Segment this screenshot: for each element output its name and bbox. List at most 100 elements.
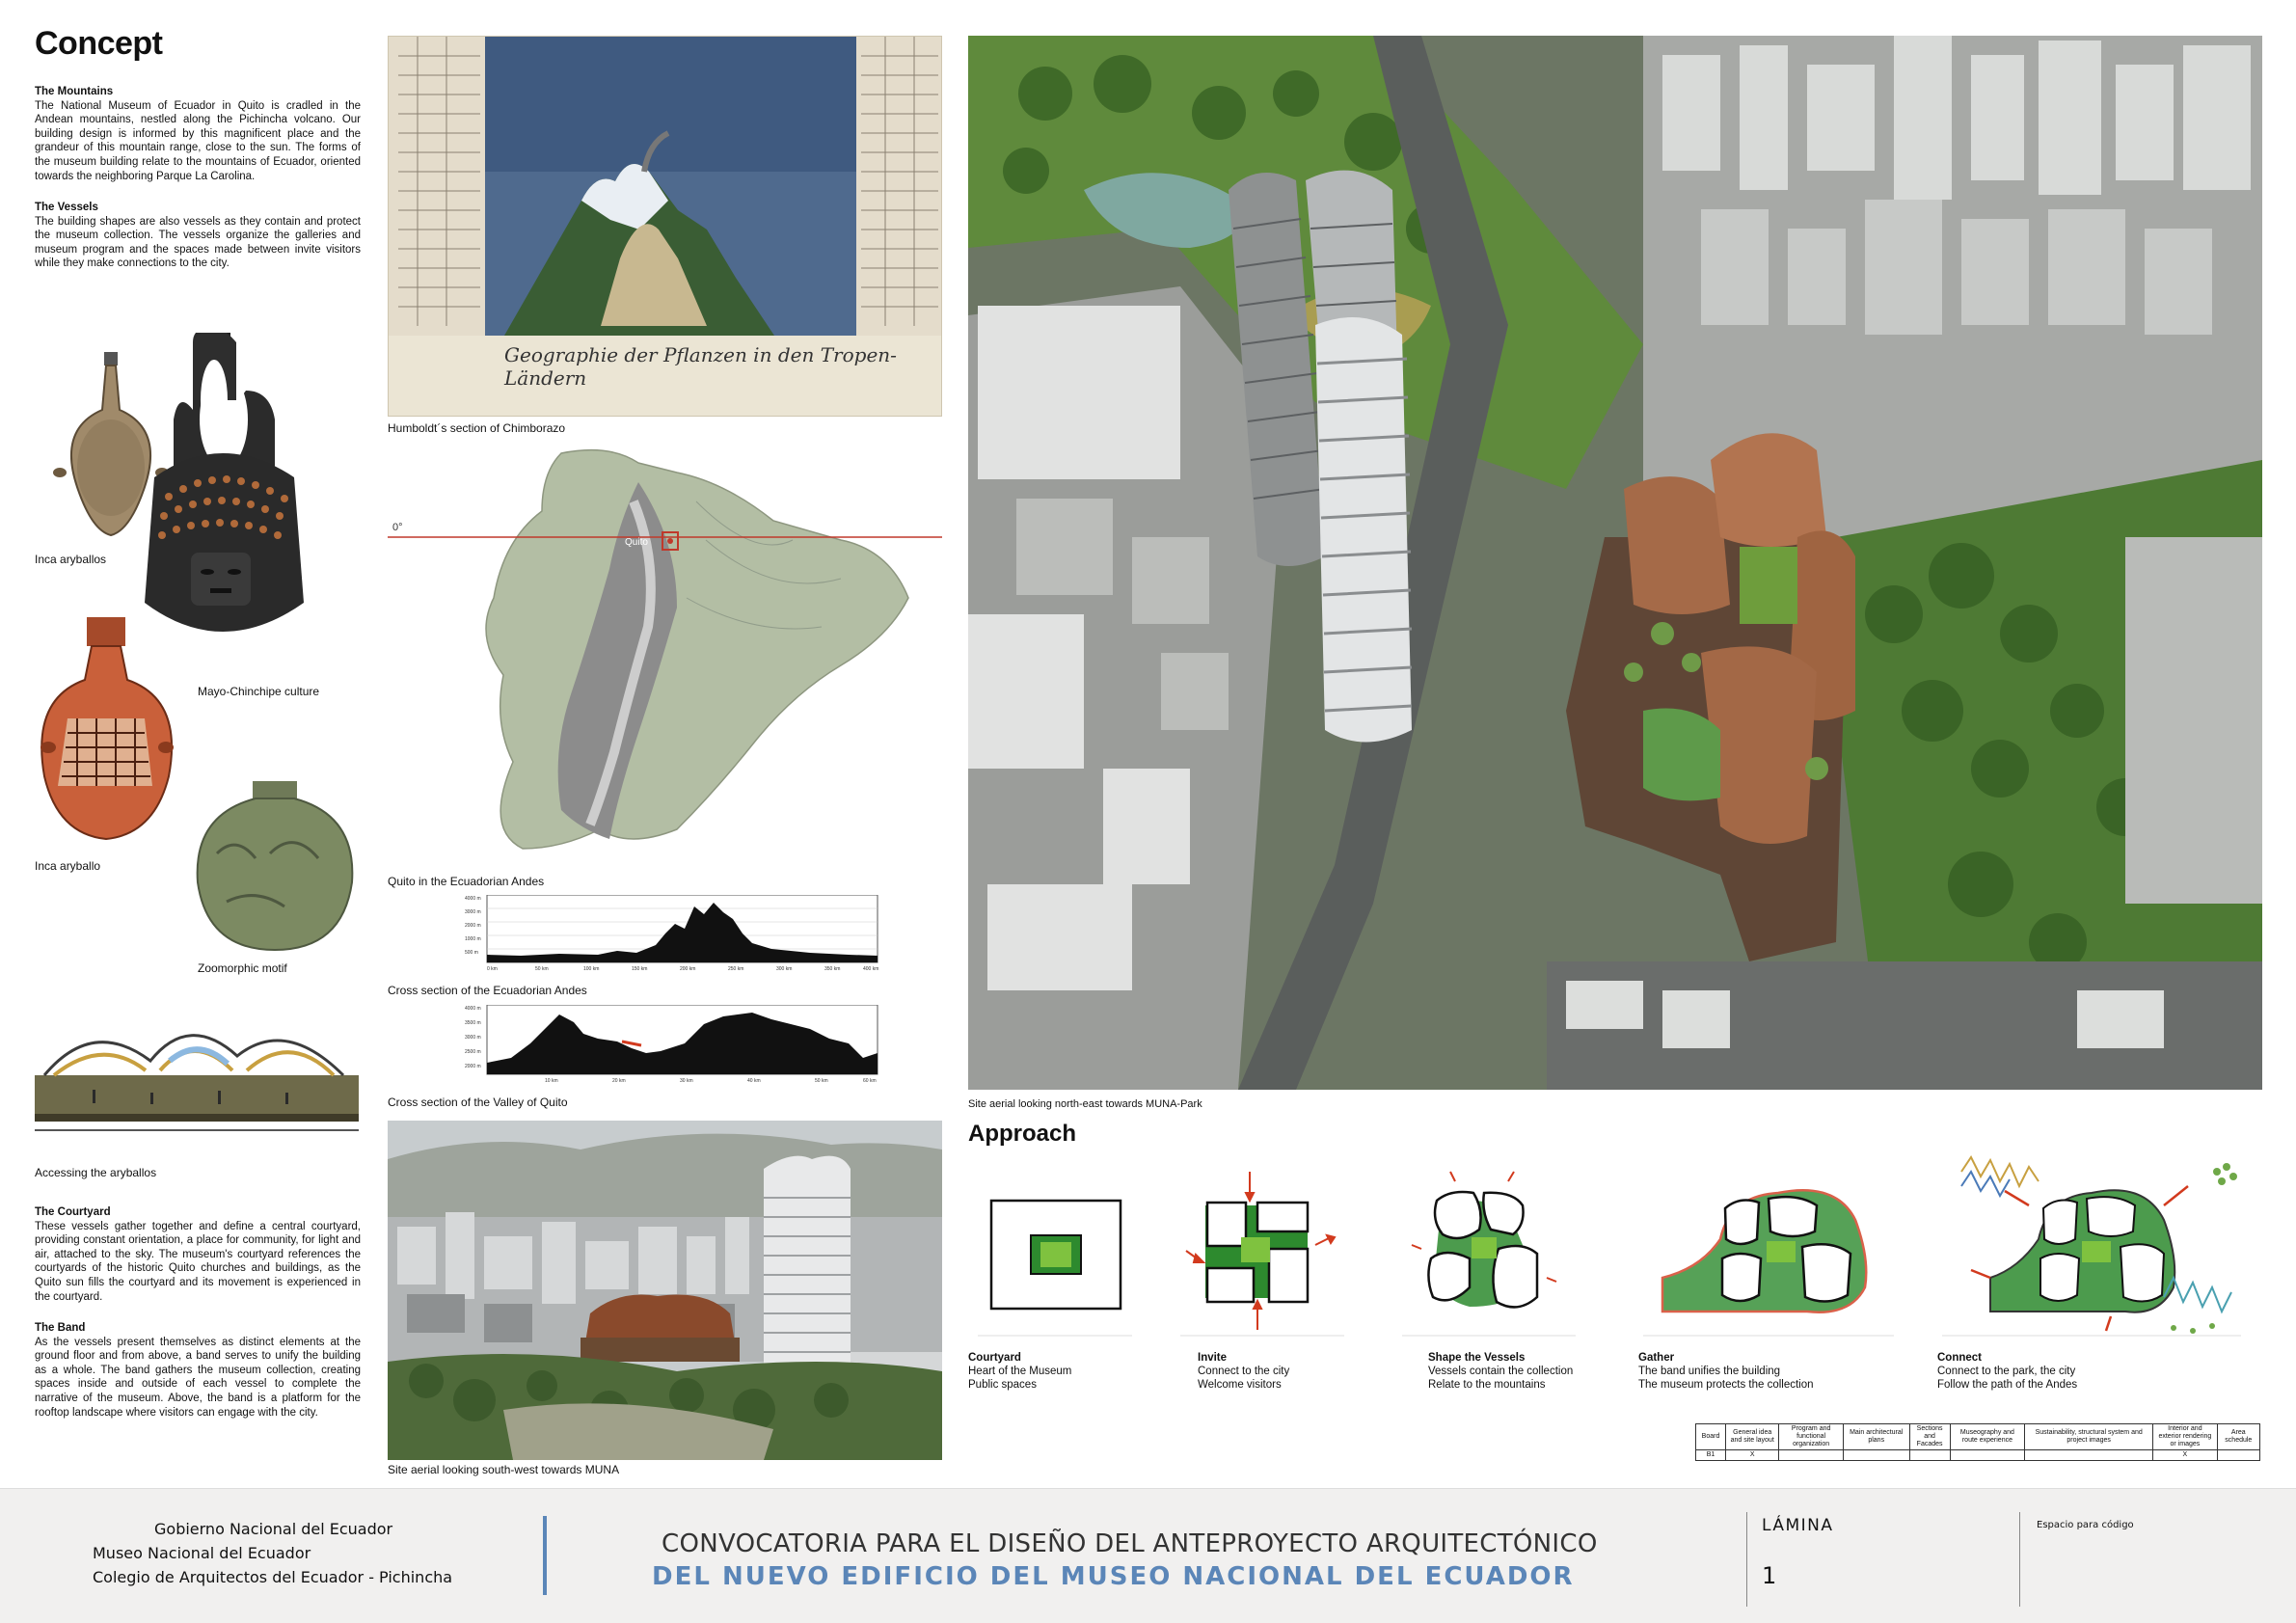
schedule-header-cell: Program and functional organization bbox=[1778, 1423, 1844, 1450]
mountains-text-block: The Mountains The National Museum of Ecu… bbox=[35, 85, 361, 183]
svg-text:2000 m: 2000 m bbox=[465, 1064, 481, 1069]
accessing-sketch bbox=[35, 1034, 359, 1131]
approach-vessels-line2: Relate to the mountains bbox=[1428, 1379, 1546, 1391]
schedule-cell bbox=[2024, 1449, 2154, 1461]
humboldt-image: Geographie der Pflanzen in den Tropen-Lä… bbox=[388, 36, 942, 417]
schedule-cell bbox=[2216, 1449, 2261, 1461]
caption-aerial-ne: Site aerial looking north-east towards M… bbox=[968, 1098, 1202, 1110]
svg-text:500 m: 500 m bbox=[465, 950, 478, 956]
schedule-header-row: Board General idea and site layout Progr… bbox=[1694, 1423, 2261, 1450]
footer-lamina-number: 1 bbox=[1762, 1562, 1777, 1589]
footer-separator-left bbox=[1746, 1512, 1747, 1607]
courtyard-heading: The Courtyard bbox=[35, 1206, 111, 1218]
approach-invite-line1: Connect to the city bbox=[1198, 1366, 1290, 1377]
vessels-text-block: The Vessels The building shapes are also… bbox=[35, 201, 361, 271]
schedule-header-cell: Area schedule bbox=[2216, 1423, 2261, 1450]
svg-text:350 km: 350 km bbox=[824, 966, 840, 972]
footer-org-government: Gobierno Nacional del Ecuador bbox=[154, 1520, 393, 1538]
approach-courtyard-title: Courtyard bbox=[968, 1352, 1021, 1364]
svg-text:2000 m: 2000 m bbox=[465, 923, 481, 929]
schedule-header-cell: Sustainability, structural system and pr… bbox=[2024, 1423, 2154, 1450]
approach-invite-line2: Welcome visitors bbox=[1198, 1379, 1282, 1391]
approach-diagram-gather bbox=[1661, 1189, 1868, 1313]
caption-cross-valley: Cross section of the Valley of Quito bbox=[388, 1096, 568, 1109]
schedule-header-cell: Museography and route experience bbox=[1949, 1423, 2026, 1450]
approach-vessels-line1: Vessels contain the collection bbox=[1428, 1366, 1574, 1377]
cross-section-valley-chart: 4000 m 3500 m 3000 m 2500 m 2000 m 10 km 20 k… bbox=[465, 1005, 878, 1084]
svg-text:200 km: 200 km bbox=[680, 966, 695, 972]
approach-gather-line1: The band unifies the building bbox=[1638, 1366, 1781, 1377]
approach-gather-title: Gather bbox=[1638, 1352, 1675, 1364]
approach-title: Approach bbox=[968, 1121, 1077, 1147]
approach-caption-connect: Connect Connect to the park, the city Fo… bbox=[1937, 1351, 2077, 1392]
caption-quito-andes: Quito in the Ecuadorian Andes bbox=[388, 875, 545, 888]
schedule-header-cell: General idea and site layout bbox=[1725, 1423, 1780, 1450]
footer-title-line2: DEL NUEVO EDIFICIO DEL MUSEO NACIONAL DE… bbox=[652, 1562, 1575, 1591]
footer-code-label: Espacio para código bbox=[2037, 1520, 2134, 1530]
vessels-heading: The Vessels bbox=[35, 202, 98, 213]
caption-inca-aryballos: Inca aryballos bbox=[35, 553, 107, 566]
svg-text:2500 m: 2500 m bbox=[465, 1049, 481, 1055]
band-text: As the vessels present themselves as dis… bbox=[35, 1336, 361, 1419]
footer-divider bbox=[543, 1516, 547, 1595]
cross-section-andes-chart: 4000 m 3000 m 2000 m 1000 m 500 m 0 km 50 km 1… bbox=[465, 895, 878, 972]
caption-cross-andes: Cross section of the Ecuadorian Andes bbox=[388, 984, 587, 997]
schedule-cell bbox=[1908, 1449, 1951, 1461]
svg-text:60 km: 60 km bbox=[863, 1078, 877, 1084]
approach-diagrams bbox=[978, 1155, 2241, 1337]
approach-courtyard-line2: Public spaces bbox=[968, 1379, 1037, 1391]
caption-humboldt: Humboldt´s section of Chimborazo bbox=[388, 421, 566, 435]
schedule-header-cell: Interior and exterior rendering or image… bbox=[2152, 1423, 2218, 1450]
approach-vessels-title: Shape the Vessels bbox=[1428, 1352, 1526, 1364]
approach-connect-title: Connect bbox=[1937, 1352, 1982, 1364]
svg-text:30 km: 30 km bbox=[680, 1078, 693, 1084]
approach-invite-title: Invite bbox=[1198, 1352, 1228, 1364]
approach-connect-line1: Connect to the park, the city bbox=[1937, 1366, 2076, 1377]
schedule-cell bbox=[1842, 1449, 1910, 1461]
equator-label: 0° bbox=[392, 522, 403, 533]
svg-text:400 km: 400 km bbox=[863, 966, 878, 972]
approach-diagram-connect bbox=[1960, 1155, 2237, 1334]
svg-text:3500 m: 3500 m bbox=[465, 1020, 481, 1026]
svg-text:50 km: 50 km bbox=[535, 966, 549, 972]
caption-aerial-sw: Site aerial looking south-west towards M… bbox=[388, 1463, 620, 1476]
caption-accessing: Accessing the aryballos bbox=[35, 1166, 157, 1179]
caption-zoomorphic: Zoomorphic motif bbox=[198, 961, 287, 975]
approach-gather-line2: The museum protects the collection bbox=[1638, 1379, 1814, 1391]
footer-org-architects: Colegio de Arquitectos del Ecuador - Pic… bbox=[93, 1568, 453, 1586]
humboldt-script: Geographie der Pflanzen in den Tropen-Lä… bbox=[504, 343, 897, 390]
svg-text:0 km: 0 km bbox=[487, 966, 498, 972]
ecuador-map: 0° Quito bbox=[388, 448, 942, 850]
mountains-heading: The Mountains bbox=[35, 86, 114, 97]
footer: Gobierno Nacional del Ecuador Museo Naci… bbox=[0, 1488, 2296, 1623]
courtyard-text-block: The Courtyard These vessels gather toget… bbox=[35, 1205, 361, 1304]
quito-label: Quito bbox=[625, 537, 648, 548]
concept-title: Concept bbox=[35, 25, 163, 62]
vessel-images bbox=[41, 333, 354, 952]
schedule-row: B1 X X bbox=[1694, 1449, 2261, 1461]
svg-text:300 km: 300 km bbox=[776, 966, 792, 972]
schedule-cell: B1 bbox=[1694, 1449, 1727, 1461]
schedule-header-cell: Main architectural plans bbox=[1842, 1423, 1910, 1450]
svg-text:1000 m: 1000 m bbox=[465, 936, 481, 942]
vessels-text: The building shapes are also vessels as … bbox=[35, 215, 361, 270]
footer-org-museum: Museo Nacional del Ecuador bbox=[93, 1544, 311, 1562]
svg-text:100 km: 100 km bbox=[583, 966, 599, 972]
mayo-chinchipe-image bbox=[145, 333, 304, 632]
footer-title-line1: CONVOCATORIA PARA EL DISEÑO DEL ANTEPROY… bbox=[662, 1529, 1598, 1558]
schedule-header-cell: Sections and Facades bbox=[1908, 1423, 1951, 1450]
svg-text:50 km: 50 km bbox=[815, 1078, 828, 1084]
aerial-southwest-image bbox=[388, 1121, 942, 1460]
approach-courtyard-line1: Heart of the Museum bbox=[968, 1366, 1072, 1377]
schedule-cell: X bbox=[1725, 1449, 1780, 1461]
footer-lamina-label: LÁMINA bbox=[1762, 1516, 1834, 1535]
svg-text:4000 m: 4000 m bbox=[465, 896, 481, 902]
svg-text:3000 m: 3000 m bbox=[465, 1035, 481, 1041]
approach-diagram-invite bbox=[1185, 1172, 1337, 1330]
approach-connect-line2: Follow the path of the Andes bbox=[1937, 1379, 2078, 1391]
approach-diagram-vessels bbox=[1411, 1171, 1557, 1309]
svg-text:10 km: 10 km bbox=[545, 1078, 558, 1084]
footer-separator-right bbox=[2019, 1512, 2020, 1607]
svg-text:40 km: 40 km bbox=[747, 1078, 761, 1084]
schedule-cell: X bbox=[2152, 1449, 2218, 1461]
